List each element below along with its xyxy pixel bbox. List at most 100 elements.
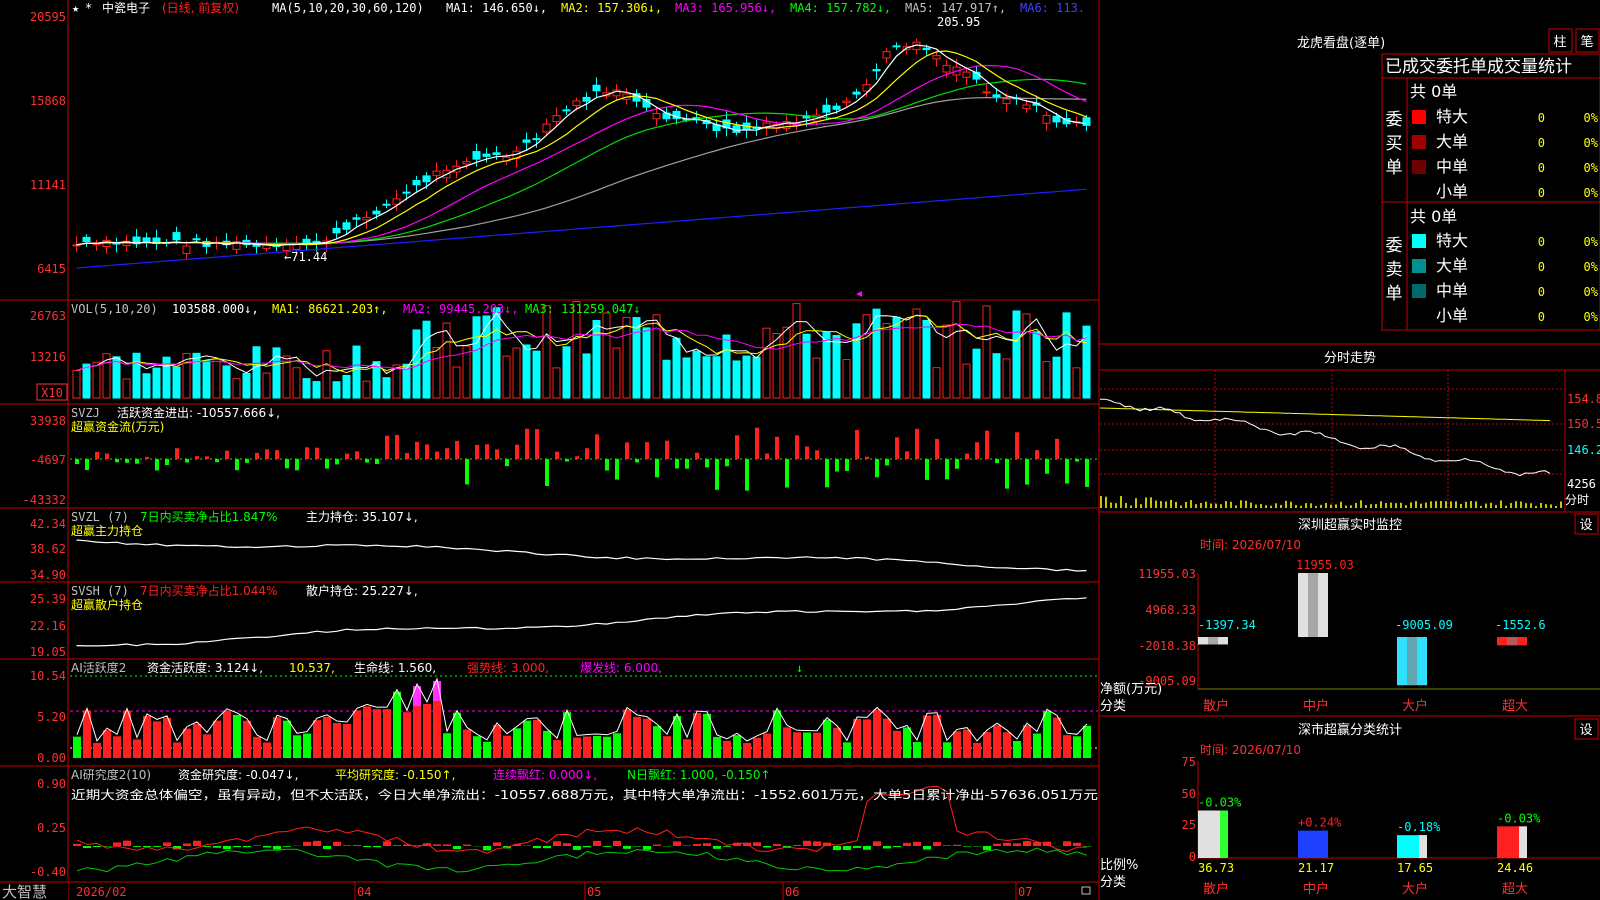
volume-bar [202,360,211,399]
intraday-volume-bar [1540,502,1542,508]
outflow-bar [995,459,999,464]
intraday-volume-bar [1560,501,1562,508]
intraday-volume-bar [1415,501,1417,508]
volume-bar [112,356,121,399]
candle-body [552,115,561,123]
inflow-bar [585,448,589,459]
svzl-spec: SVZL (7) [71,510,129,524]
inflow-bar [225,450,229,459]
outflow-bar [675,459,679,469]
star-icon[interactable]: ★ [72,1,79,15]
svzj-pane[interactable]: SVZJ 活跃资金进出: -10557.666↓, 超赢资金流(万元) 3393… [23,405,1098,507]
cursor-marker-icon [856,291,862,297]
order-swatch [1412,160,1426,174]
ai-research-pane[interactable]: AI研究度2(10) 资金研究度: -0.047↓, 平均研究度: -0.150… [30,767,1098,879]
volume-bar [732,360,741,399]
classification-title: 深市超赢分类统计 [1298,722,1402,738]
intraday-volume-bar [1295,505,1297,508]
research-bar [853,846,861,848]
inflow-bar [405,452,409,459]
volume-bar [312,381,321,399]
intraday-volume-bar [1150,497,1152,508]
outflow-bar [165,459,169,466]
activity-bar-base [413,706,421,758]
ytick: 11141 [30,178,66,192]
window-mark-icon: * [85,1,92,15]
candle-body [572,100,581,107]
svsh-line2: 散户持仓: 25.227↓, [306,583,418,598]
intraday-volume-bar [1405,505,1407,508]
activity-bar [723,740,731,758]
volume-bar [1062,312,1071,399]
classification-panel[interactable]: 深市超赢分类统计 设 时间: 2026/07/10 -0.03% 36.73 +0.… [1100,718,1600,897]
candle-body [922,47,931,51]
monitor-settings-label: 设 [1579,518,1592,533]
inflow-bar [735,435,739,459]
volume-bar [752,356,761,399]
outflow-bar [375,459,379,464]
order-type: 中单 [1436,157,1468,176]
intraday-panel[interactable]: 分时走势 154.8 150.5 146.2 4256 分时 [1099,350,1600,512]
research-bar [653,844,661,846]
volume-bar [972,348,981,399]
research-bar [713,846,721,849]
candle-body [1002,98,1011,105]
research-bar [963,846,971,847]
candle-body [402,191,411,194]
candle-body [932,55,941,60]
classification-category: 散户 [1203,881,1229,897]
intraday-volume-bar [1440,501,1442,508]
volume-bar [172,366,181,399]
research-bar [673,841,681,846]
svsh-pane[interactable]: SVSH (7) 7日内买卖净占比1.044% 散户持仓: 25.227↓, 超… [30,583,1087,659]
candlestick-pane[interactable]: 205.95 ←71.44 [72,15,1091,297]
outflow-bar [285,459,289,469]
research-bar [803,840,811,846]
intraday-volume-bar [1210,503,1212,508]
research-bar [203,846,211,847]
activity-bar [553,740,561,758]
activity-bar [1013,740,1021,758]
outflow-bar [565,459,569,462]
period-mode[interactable]: (日线, 前复权) [162,0,239,15]
outflow-bar [325,459,329,469]
candle-body [822,104,831,113]
inflow-bar [795,435,799,459]
order-type: 大单 [1436,132,1468,151]
research-bar [643,846,651,850]
ytick: 13216 [30,350,66,364]
outflow-bar [825,459,829,488]
volume-pane[interactable]: VOL(5,10,20) 103588.000↓, MA1: 86621.203… [30,301,1091,401]
intraday-volume-bar [1255,504,1257,508]
ai-activity-pane[interactable]: ↓ AI活跃度2 资金活跃度: 3.124↓, 10.537, 生命线: 1.5… [30,660,1098,765]
candle-body [832,105,841,110]
intraday-volume-bar [1200,502,1202,508]
research-bar [113,842,121,846]
activity-bar [693,713,701,758]
volume-bar [902,318,911,399]
research-bar [923,846,931,850]
stock-name: 中瓷电子 [102,0,150,15]
order-swatch [1412,135,1426,149]
svzl-pane[interactable]: SVZL (7) 7日内买卖净占比1.847% 主力持仓: 35.107↓, 超… [30,509,1087,582]
volume-bar [362,380,371,399]
svzj-spec: SVZJ [71,406,100,420]
activity-bar [533,719,541,758]
classification-change: -0.18% [1397,820,1441,834]
ma3-line [76,64,1087,246]
intraday-volume-bar [1335,504,1337,508]
candle-body [1022,104,1031,110]
realtime-monitor-panel[interactable]: 深圳超赢实时监控 设 时间: 2026/07/10 -1397.34 11955.… [1100,513,1600,714]
research-bar [703,843,711,846]
intraday-volume-bar [1455,501,1457,508]
lock-icon[interactable] [1081,886,1091,895]
monitor-time: 时间: 2026/07/10 [1200,538,1301,552]
ytick: 34.90 [30,568,66,582]
activity-bar [183,728,191,758]
volume-bar [922,319,931,399]
activity-bar [793,732,801,758]
order-swatch [1412,309,1426,323]
monitor-title: 深圳超赢实时监控 [1298,517,1402,533]
price-line [1100,398,1551,477]
intraday-volume-bar [1410,502,1412,508]
